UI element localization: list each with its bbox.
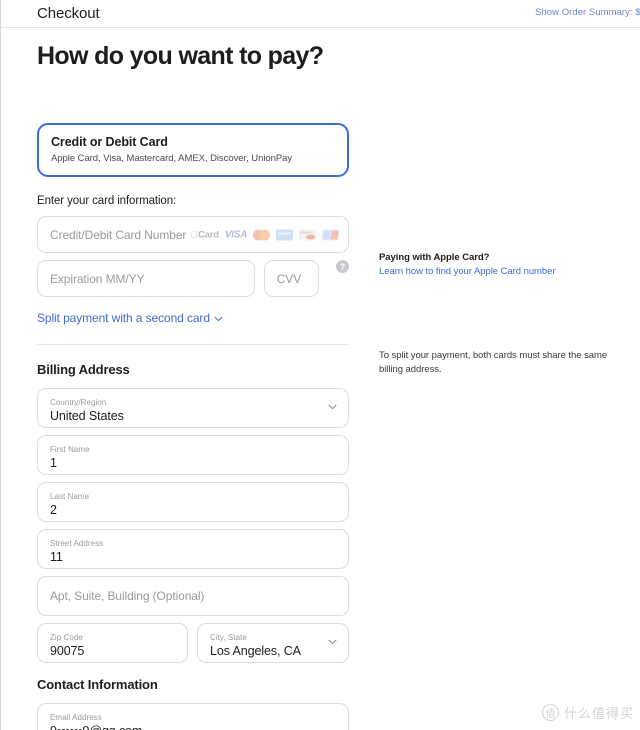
last-name-value: 2 (50, 502, 336, 518)
cvv-placeholder: CVV (277, 272, 301, 286)
checkout-page: Checkout Show Order Summary: $1 How do y… (0, 0, 640, 730)
chevron-down-icon (328, 404, 336, 412)
apple-card-label: Card (198, 229, 219, 240)
watermark-text: 什么值得买 (564, 703, 634, 722)
zip-code-label: Zip Code (50, 632, 175, 643)
amex-icon (276, 229, 293, 240)
split-payment-label: Split payment with a second card (37, 311, 210, 325)
payment-method-credit-debit-card[interactable]: Credit or Debit Card Apple Card, Visa, M… (37, 123, 349, 177)
expiry-cvv-row: Expiration MM/YY CVV ? (37, 260, 349, 297)
visa-icon: VISA (225, 229, 247, 240)
watermark-logo-icon: 值 (542, 704, 559, 721)
left-column: Credit or Debit Card Apple Card, Visa, M… (37, 123, 349, 730)
card-number-placeholder: Credit/Debit Card Number (50, 228, 186, 242)
mastercard-icon (253, 229, 270, 240)
country-region-label: Country/Region (50, 397, 336, 408)
first-name-field[interactable]: First Name 1 (37, 435, 349, 475)
cvv-help-icon[interactable]: ? (336, 260, 349, 273)
first-name-value: 1 (50, 455, 336, 471)
last-name-field[interactable]: Last Name 2 (37, 482, 349, 522)
card-info-label: Enter your card information: (37, 195, 349, 207)
email-address-label: Email Address (50, 712, 336, 723)
country-region-value: United States (50, 408, 336, 424)
split-payment-helper: To split your payment, both cards must s… (379, 349, 614, 376)
last-name-label: Last Name (50, 491, 336, 502)
apt-suite-field[interactable]: Apt, Suite, Building (Optional) (37, 576, 349, 616)
watermark: 值 什么值得买 (542, 703, 634, 722)
first-name-label: First Name (50, 444, 336, 455)
contact-information-heading: Contact Information (37, 677, 349, 692)
street-address-field[interactable]: Street Address 11 (37, 529, 349, 569)
apple-card-helper-title: Paying with Apple Card? (379, 251, 614, 265)
chevron-down-icon (214, 311, 223, 325)
discover-icon (299, 229, 316, 240)
unionpay-icon (322, 229, 339, 240)
expiration-field[interactable]: Expiration MM/YY (37, 260, 255, 297)
cvv-field[interactable]: CVV (264, 260, 319, 297)
city-state-value: Los Angeles, CA (210, 643, 336, 659)
street-address-label: Street Address (50, 538, 336, 549)
chevron-down-icon (328, 639, 336, 647)
city-state-label: City, State (210, 632, 336, 643)
city-state-select[interactable]: City, State Los Angeles, CA (197, 623, 349, 663)
show-order-summary-link[interactable]: Show Order Summary: $1 (535, 7, 640, 18)
apple-card-helper: Paying with Apple Card? Learn how to fin… (379, 251, 614, 278)
zip-code-field[interactable]: Zip Code 90075 (37, 623, 188, 663)
apt-suite-placeholder: Apt, Suite, Building (Optional) (50, 589, 204, 603)
payment-method-title: Credit or Debit Card (51, 135, 335, 149)
email-address-value: 9••••••9@qq.com (50, 723, 336, 730)
street-address-value: 11 (50, 549, 336, 565)
main-heading: How do you want to pay? (37, 42, 640, 71)
billing-address-heading: Billing Address (37, 362, 349, 377)
zip-code-value: 90075 (50, 643, 175, 659)
card-brand-icons: Card VISA (190, 229, 339, 240)
split-payment-link[interactable]: Split payment with a second card (37, 311, 223, 325)
zip-city-row: Zip Code 90075 City, State Los Angeles, … (37, 623, 349, 663)
payment-method-subtitle: Apple Card, Visa, Mastercard, AMEX, Disc… (51, 153, 335, 164)
apple-logo-icon:  (190, 230, 197, 240)
expiration-placeholder: Expiration MM/YY (50, 272, 144, 286)
email-address-field[interactable]: Email Address 9••••••9@qq.com (37, 703, 349, 730)
card-number-field[interactable]: Credit/Debit Card Number Card VISA (37, 216, 349, 253)
apple-card-icon: Card (190, 229, 218, 240)
country-region-select[interactable]: Country/Region United States (37, 388, 349, 428)
section-divider (37, 344, 349, 345)
apple-card-helper-link[interactable]: Learn how to find your Apple Card number (379, 266, 556, 277)
top-bar: Checkout Show Order Summary: $1 (1, 0, 640, 28)
page-title: Checkout (37, 5, 100, 22)
